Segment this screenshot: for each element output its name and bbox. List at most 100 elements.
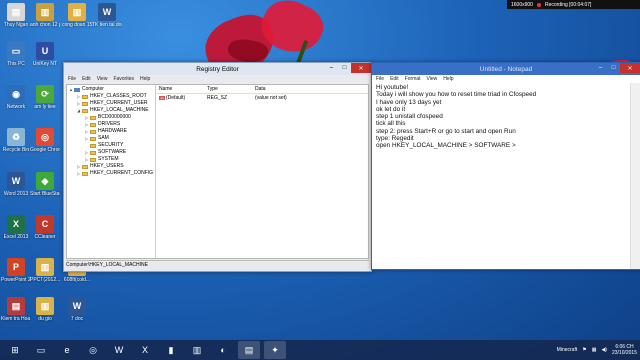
tree-node[interactable]: ◢ HKEY_LOCAL_MACHINE xyxy=(67,107,155,114)
title-bar[interactable]: Registry Editor – □ ✕ xyxy=(64,63,371,75)
folder-icon xyxy=(90,129,96,134)
desktop-icon[interactable]: ▥cong doan 15-16 xyxy=(62,3,92,28)
taskbar-excel-icon[interactable]: X xyxy=(134,341,156,359)
desktop-icon[interactable]: ▤Kiem tra Hoa 9 ket 10 tiet xyxy=(1,297,31,322)
desktop-icon[interactable]: ◆Start BlueStacks xyxy=(30,172,60,197)
taskbar-chrome-icon[interactable]: ◎ xyxy=(82,341,104,359)
desktop-icon[interactable]: W Word 2013 xyxy=(1,172,31,197)
menu-item-file[interactable]: File xyxy=(68,76,76,82)
desktop-icon[interactable]: ▥ du gio xyxy=(30,297,60,322)
desktop-icon-label: Network xyxy=(6,104,26,110)
title-bar[interactable]: Untitled - Notepad – □ ✕ xyxy=(372,63,640,75)
maximize-button[interactable]: □ xyxy=(338,63,351,73)
tree-node[interactable]: ▲ Computer xyxy=(67,86,155,93)
volume-icon[interactable]: ◀) xyxy=(601,347,607,353)
desktop-icon[interactable]: ▥anh chon 12 phuong xyxy=(30,3,60,28)
column-header[interactable]: Data xyxy=(255,85,368,93)
close-button[interactable]: ✕ xyxy=(351,63,371,73)
menu-item-help[interactable]: Help xyxy=(443,76,453,82)
desktop-icon[interactable]: U UniKey NT xyxy=(30,42,60,67)
folder-icon xyxy=(90,150,96,155)
tree-node[interactable]: ▷ BCD00000000 xyxy=(67,114,155,121)
text-line: type: Regedit xyxy=(376,135,414,143)
network-icon[interactable]: ▦ xyxy=(592,347,597,353)
taskbar-cmd-icon[interactable]: ▮ xyxy=(160,341,182,359)
status-bar: Computer\HKEY_LOCAL_MACHINE xyxy=(66,260,369,270)
app-icon: ♻ xyxy=(7,128,25,146)
close-button[interactable]: ✕ xyxy=(620,63,640,73)
taskbar-notepad-icon[interactable]: ▤ xyxy=(238,341,260,359)
desktop-icon-label: 7 doc xyxy=(70,316,84,322)
taskbar-folder-icon[interactable]: ▥ xyxy=(186,341,208,359)
tray-app-label[interactable]: Minecraft xyxy=(557,347,578,353)
desktop-icon[interactable]: ▭ This PC xyxy=(1,42,31,67)
minimize-button[interactable]: – xyxy=(594,63,607,73)
menu-item-file[interactable]: File xyxy=(376,76,384,82)
desktop-icon[interactable]: PPowerPoint 2013 xyxy=(1,258,31,283)
clock[interactable]: 6:06 CH 23/10/2015 xyxy=(612,344,637,356)
text-line: I have only 13 days yet xyxy=(376,98,442,106)
folder-icon xyxy=(82,108,88,113)
notepad-window[interactable]: Untitled - Notepad – □ ✕ File Edit Format V… xyxy=(371,62,640,270)
desktop-icon-label: Google Chrome xyxy=(30,147,60,153)
desktop-icon[interactable]: ⟳ am ly tiee xyxy=(30,85,60,110)
app-icon: W xyxy=(7,172,25,190)
tree-node-label: DRIVERS xyxy=(98,121,121,127)
column-header[interactable]: Name xyxy=(156,85,207,93)
desktop-icon-label: Excel 2013 xyxy=(3,234,29,240)
desktop-icon[interactable]: W7 doc xyxy=(62,297,92,322)
desktop-icon[interactable]: ◉ Network xyxy=(1,85,31,110)
menu-item-format[interactable]: Format xyxy=(405,76,421,82)
menu-item-view[interactable]: View xyxy=(97,76,108,82)
value-row[interactable]: ab (Default) REG_SZ (value not set) xyxy=(156,94,368,102)
desktop-icon[interactable]: ▤ Thuy Ngan xyxy=(1,3,31,28)
tree-node[interactable]: ▷ HARDWARE xyxy=(67,128,155,135)
tree-node[interactable]: ▷ SAM xyxy=(67,135,155,142)
text-area[interactable]: Hi youtube! Today i will show you how to … xyxy=(372,83,630,269)
desktop-icon-label: anh chon 12 phuong xyxy=(30,22,60,28)
text-line: Hi youtube! xyxy=(376,84,409,91)
column-header[interactable]: Type xyxy=(207,85,255,93)
values-list[interactable]: Name Type Data ab (Default) REG_SZ (value not… xyxy=(156,85,368,258)
folder-icon xyxy=(90,157,96,162)
desktop-icon[interactable]: C CCleaner xyxy=(30,215,60,240)
menu-item-favorites[interactable]: Favorites xyxy=(113,76,134,82)
resolution-label: 1600x900 xyxy=(511,1,533,8)
desktop-icon[interactable]: WTK tien tai don gian doc xyxy=(92,3,122,28)
taskbar-start-icon[interactable]: ⊞ xyxy=(4,341,26,359)
text-line: Today i will show you how to reset time … xyxy=(376,91,537,99)
taskbar-word-icon[interactable]: W xyxy=(108,341,130,359)
tree-node[interactable]: ▷ HKEY_CLASSES_ROOT xyxy=(67,93,155,100)
menu-item-view[interactable]: View xyxy=(427,76,438,82)
menu-item-help[interactable]: Help xyxy=(140,76,150,82)
app-icon: U xyxy=(36,42,54,60)
maximize-button[interactable]: □ xyxy=(607,63,620,73)
desktop-icon[interactable]: ◎Google Chrome xyxy=(30,128,60,153)
taskbar-file-explorer-icon[interactable]: ▭ xyxy=(30,341,52,359)
taskbar-app-icon[interactable]: ◐ xyxy=(212,341,234,359)
taskbar-internet-explorer-icon[interactable]: e xyxy=(56,341,78,359)
menu-item-edit[interactable]: Edit xyxy=(390,76,399,82)
app-icon: ◎ xyxy=(36,128,54,146)
desktop-icon[interactable]: ♻ Recycle Bin xyxy=(1,128,31,153)
registry-editor-window[interactable]: Registry Editor – □ ✕ File Edit View Favori… xyxy=(63,62,372,272)
minimize-button[interactable]: – xyxy=(325,63,338,73)
tree-node[interactable]: ▷ HKEY_USERS xyxy=(67,163,155,170)
menu-item-edit[interactable]: Edit xyxy=(82,76,91,82)
desktop-icon-label: TK tien tai don gian doc xyxy=(92,22,122,28)
desktop-icon-label: Recycle Bin xyxy=(2,147,30,153)
flag-icon[interactable]: ⚑ xyxy=(582,347,586,353)
folder-icon xyxy=(90,143,96,148)
vertical-scrollbar[interactable] xyxy=(630,83,640,269)
tree-node[interactable]: ▷ HKEY_CURRENT_USER xyxy=(67,100,155,107)
desktop-icon[interactable]: X Excel 2013 xyxy=(1,215,31,240)
clock-date: 23/10/2015 xyxy=(611,350,637,356)
registry-tree[interactable]: ▲ Computer ▷ HKEY_CLASSES_ROOT ▷ HKEY_CURRENT… xyxy=(67,85,156,258)
tree-node[interactable]: ▷ SOFTWARE xyxy=(67,149,155,156)
tree-node[interactable]: ▷ HKEY_CURRENT_CONFIG xyxy=(67,170,155,177)
tree-node[interactable]: ▷ DRIVERS xyxy=(67,121,155,128)
taskbar-regedit-icon[interactable]: ✦ xyxy=(264,341,286,359)
tree-node[interactable]: ▷ SYSTEM xyxy=(67,156,155,163)
desktop-icon[interactable]: ▥ PPCT(2012... xyxy=(30,258,60,283)
tree-node[interactable]: SECURITY xyxy=(67,142,155,149)
